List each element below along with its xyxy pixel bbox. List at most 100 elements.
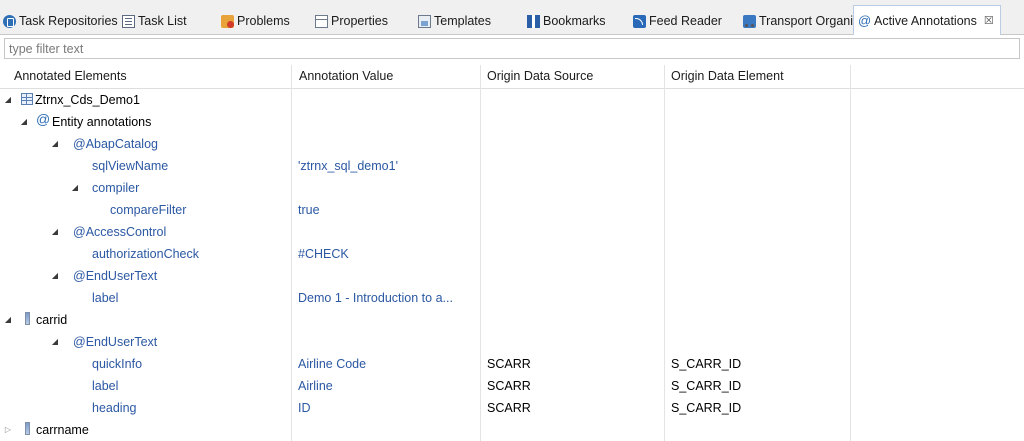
origin-data-element-cell bbox=[671, 243, 847, 265]
element-label: @AccessControl bbox=[73, 225, 167, 239]
origin-data-source-cell bbox=[487, 155, 663, 177]
table-row[interactable]: quickInfo Airline Code SCARR S_CARR_ID bbox=[0, 353, 1024, 375]
origin-data-source-cell bbox=[487, 419, 663, 441]
element-label: Ztrnx_Cds_Demo1 bbox=[35, 93, 140, 107]
problems-icon bbox=[221, 14, 234, 28]
origin-data-source-cell bbox=[487, 309, 663, 331]
annotation-value-cell bbox=[298, 309, 478, 331]
table-row[interactable]: label Airline SCARR S_CARR_ID bbox=[0, 375, 1024, 397]
element-label: label bbox=[92, 379, 119, 393]
table-row[interactable]: heading ID SCARR S_CARR_ID bbox=[0, 397, 1024, 419]
table-row[interactable]: ▷ carrname bbox=[0, 419, 1024, 441]
origin-data-source-cell: SCARR bbox=[487, 357, 531, 371]
annotated-element-cell: sqlViewName bbox=[0, 155, 291, 177]
origin-data-element-cell: S_CARR_ID bbox=[671, 401, 742, 415]
table-row[interactable]: ◢ @EndUserText bbox=[0, 265, 1024, 287]
origin-data-element-cell: S_CARR_ID bbox=[671, 379, 742, 393]
feed-reader-icon bbox=[633, 14, 646, 28]
collapse-triangle-icon[interactable]: ◢ bbox=[50, 265, 60, 287]
field-icon bbox=[25, 312, 30, 325]
annotation-value-cell: 'ztrnx_sql_demo1' bbox=[298, 159, 398, 173]
collapse-triangle-icon[interactable]: ◢ bbox=[3, 309, 13, 331]
tab-active-annotations[interactable]: @ Active Annotations ☒ bbox=[853, 5, 1001, 35]
filter-input[interactable] bbox=[4, 38, 1020, 59]
annotation-value-cell: Airline Code bbox=[298, 357, 367, 371]
properties-icon bbox=[315, 14, 328, 28]
column-header-origin-data-source[interactable]: Origin Data Source bbox=[473, 65, 665, 88]
tab-bookmarks[interactable]: Bookmarks bbox=[527, 9, 606, 33]
element-label: carrid bbox=[36, 313, 68, 327]
annotated-element-cell: ◢ @ Entity annotations bbox=[0, 111, 291, 133]
origin-data-element-cell bbox=[671, 111, 847, 133]
collapse-triangle-icon[interactable]: ◢ bbox=[50, 133, 60, 155]
templates-icon bbox=[418, 14, 431, 28]
origin-data-element-cell bbox=[671, 309, 847, 331]
table-row[interactable]: ◢ @AbapCatalog bbox=[0, 133, 1024, 155]
element-label: @EndUserText bbox=[73, 335, 158, 349]
origin-data-source-cell: SCARR bbox=[487, 401, 531, 415]
origin-data-element-cell bbox=[671, 133, 847, 155]
column-header-origin-data-element[interactable]: Origin Data Element bbox=[657, 65, 849, 88]
annotated-element-cell: authorizationCheck bbox=[0, 243, 291, 265]
tab-templates[interactable]: Templates bbox=[418, 9, 491, 33]
origin-data-source-cell bbox=[487, 111, 663, 133]
tab-transport-organizer[interactable]: Transport Organizer bbox=[743, 9, 870, 33]
annotated-element-cell: ◢ @AbapCatalog bbox=[0, 133, 291, 155]
annotated-element-cell: ◢ @EndUserText bbox=[0, 331, 291, 353]
origin-data-source-cell: SCARR bbox=[487, 379, 531, 393]
tab-label: Active Annotations bbox=[874, 13, 977, 28]
origin-data-source-cell bbox=[487, 133, 663, 155]
table-row[interactable]: compareFilter true bbox=[0, 199, 1024, 221]
task-list-icon bbox=[122, 14, 135, 28]
origin-data-source-cell bbox=[487, 331, 663, 353]
collapse-triangle-icon[interactable]: ◢ bbox=[19, 111, 29, 133]
tab-feed-reader[interactable]: Feed Reader bbox=[633, 9, 722, 33]
element-label: heading bbox=[92, 401, 137, 415]
origin-data-element-cell: S_CARR_ID bbox=[671, 357, 742, 371]
origin-data-element-cell bbox=[671, 419, 847, 441]
annotation-value-cell bbox=[298, 265, 478, 287]
annotation-value-cell: ID bbox=[298, 401, 311, 415]
annotation-value-cell bbox=[298, 111, 478, 133]
annotation-value-cell: #CHECK bbox=[298, 247, 349, 261]
origin-data-element-cell bbox=[671, 331, 847, 353]
element-label: sqlViewName bbox=[92, 159, 169, 173]
origin-data-element-cell bbox=[671, 199, 847, 221]
collapse-triangle-icon[interactable]: ◢ bbox=[50, 221, 60, 243]
tab-task-repositories[interactable]: Task Repositories bbox=[3, 9, 118, 33]
table-row[interactable]: ◢ carrid bbox=[0, 309, 1024, 331]
table-row[interactable]: ◢ compiler bbox=[0, 177, 1024, 199]
origin-data-element-cell bbox=[671, 177, 847, 199]
close-icon[interactable]: ☒ bbox=[984, 14, 994, 27]
tab-problems[interactable]: Problems bbox=[221, 9, 290, 33]
tab-task-list[interactable]: Task List bbox=[122, 9, 187, 33]
table-row[interactable]: ◢ @EndUserText bbox=[0, 331, 1024, 353]
table-row[interactable]: ◢ @AccessControl bbox=[0, 221, 1024, 243]
table-row[interactable]: label Demo 1 - Introduction to a... bbox=[0, 287, 1024, 309]
expand-triangle-icon[interactable]: ▷ bbox=[3, 419, 13, 441]
annotated-element-cell: compareFilter bbox=[0, 199, 291, 221]
tab-properties[interactable]: Properties bbox=[315, 9, 388, 33]
annotated-element-cell: heading bbox=[0, 397, 291, 419]
origin-data-source-cell bbox=[487, 199, 663, 221]
column-header-annotation-value[interactable]: Annotation Value bbox=[285, 65, 481, 88]
at-sign-icon: @ bbox=[858, 13, 872, 28]
table-icon bbox=[21, 93, 33, 105]
collapse-triangle-icon[interactable]: ◢ bbox=[70, 177, 80, 199]
annotation-value-cell bbox=[298, 419, 478, 441]
annotation-value-cell bbox=[298, 89, 478, 111]
collapse-triangle-icon[interactable]: ◢ bbox=[50, 331, 60, 353]
table-row[interactable]: ◢ @ Entity annotations bbox=[0, 111, 1024, 133]
table-row[interactable]: sqlViewName 'ztrnx_sql_demo1' bbox=[0, 155, 1024, 177]
collapse-triangle-icon[interactable]: ◢ bbox=[3, 89, 13, 111]
tab-label: Bookmarks bbox=[543, 14, 606, 28]
origin-data-source-cell bbox=[487, 243, 663, 265]
tab-label: Properties bbox=[331, 14, 388, 28]
table-row[interactable]: ◢ Ztrnx_Cds_Demo1 bbox=[0, 89, 1024, 111]
annotated-element-cell: quickInfo bbox=[0, 353, 291, 375]
origin-data-source-cell bbox=[487, 221, 663, 243]
table-row[interactable]: authorizationCheck #CHECK bbox=[0, 243, 1024, 265]
tree-rows: ◢ Ztrnx_Cds_Demo1 ◢ @ Entity annotations ◢ @Ab… bbox=[0, 89, 1024, 441]
table-header: Annotated Elements Annotation Value Orig… bbox=[0, 65, 1024, 89]
column-header-annotated-elements[interactable]: Annotated Elements bbox=[0, 65, 291, 88]
